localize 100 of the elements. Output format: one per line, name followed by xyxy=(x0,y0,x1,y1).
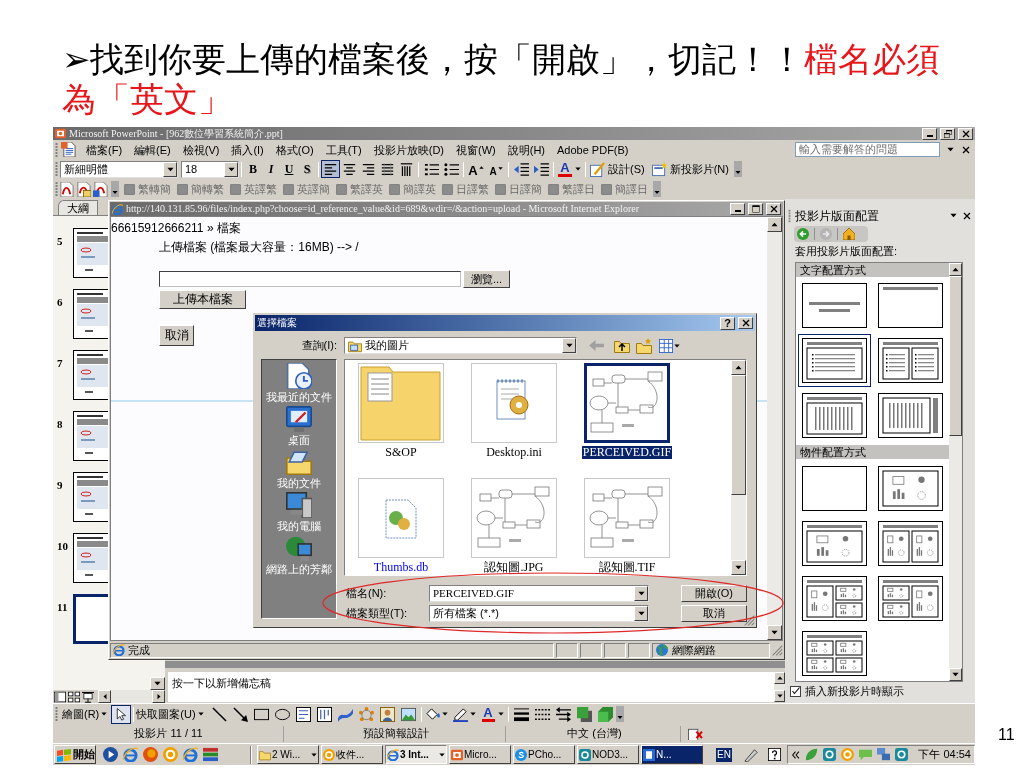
places-item[interactable]: 我的電腦 xyxy=(262,492,336,535)
arrow-style-icon[interactable] xyxy=(555,706,571,722)
file-path-field[interactable] xyxy=(159,271,461,287)
caret-icon[interactable] xyxy=(441,711,448,717)
taskbar-button[interactable]: 2 Wi... xyxy=(257,745,319,764)
shadow-square-icon[interactable] xyxy=(576,706,592,722)
taskbar-button[interactable]: NOD3... xyxy=(577,745,639,764)
restore-button[interactable] xyxy=(940,127,955,140)
checkbox[interactable] xyxy=(790,685,801,697)
autoshapes-menu-button[interactable]: 快取圖案(U) xyxy=(136,705,204,723)
dot-ring-icon[interactable] xyxy=(358,706,374,722)
help-question-field[interactable]: 輸入需要解答的問題 xyxy=(795,142,940,157)
taskbar-button[interactable]: PCho... xyxy=(513,745,575,764)
design-button[interactable]: 設計(S) xyxy=(588,160,647,178)
browser-icon[interactable] xyxy=(183,747,198,762)
places-item[interactable]: 網路上的芳鄰 xyxy=(262,535,336,578)
slide-thumbnail[interactable] xyxy=(73,411,108,461)
maximize-button[interactable] xyxy=(748,203,763,215)
taskbar-button[interactable]: N... xyxy=(641,745,703,764)
menu-item[interactable]: 投影片放映(D) xyxy=(373,142,444,157)
decrease-indent-icon[interactable] xyxy=(513,161,529,177)
language-indicator[interactable]: EN xyxy=(716,747,732,762)
document-icon[interactable] xyxy=(61,142,76,157)
cancel-button[interactable]: 取消 xyxy=(159,325,194,346)
close-button[interactable] xyxy=(738,317,753,329)
help-button[interactable]: ? xyxy=(720,316,735,330)
places-item[interactable]: 我最近的文件 xyxy=(262,363,336,406)
font-color-button[interactable]: A xyxy=(556,160,583,178)
alignment-button[interactable] xyxy=(321,160,340,178)
menu-item[interactable]: Adobe PDF(B) xyxy=(557,142,629,157)
network-icon[interactable] xyxy=(876,748,890,761)
slide-thumbnail[interactable] xyxy=(73,289,108,339)
shrink-font-button[interactable]: A xyxy=(486,160,506,178)
dropdown-arrow-icon[interactable] xyxy=(227,165,235,173)
arrow-icon[interactable] xyxy=(232,706,248,722)
scroll-down-button[interactable] xyxy=(949,668,962,681)
scroll-down-button[interactable] xyxy=(767,625,782,640)
slide-thumbnail[interactable] xyxy=(73,472,108,522)
rectangle-icon[interactable] xyxy=(253,706,269,722)
pdf-envelope-icon[interactable] xyxy=(76,181,91,197)
text-style-button[interactable]: U xyxy=(280,160,298,178)
menu-item[interactable]: 格式(O) xyxy=(275,142,314,157)
close-icon[interactable] xyxy=(962,145,970,154)
scroll-down-button[interactable] xyxy=(731,560,746,575)
close-button[interactable] xyxy=(766,203,781,215)
scrollbar-thumb[interactable] xyxy=(949,276,962,436)
scroll-up-button[interactable] xyxy=(767,217,782,232)
new-slide-button[interactable]: 新投影片(N) xyxy=(649,160,731,178)
menu-item[interactable]: 編輯(E) xyxy=(134,142,171,157)
look-in-combo[interactable]: 我的圖片 xyxy=(344,337,577,354)
menu-item[interactable]: 視窗(W) xyxy=(456,142,496,157)
cancel-button[interactable]: 取消 xyxy=(681,605,747,622)
upload-button[interactable]: 上傳本檔案 xyxy=(159,290,246,309)
font-color-button[interactable]: A xyxy=(479,705,506,723)
toolbar-grip-icon[interactable] xyxy=(55,181,58,197)
slide-thumbnail[interactable] xyxy=(73,228,108,278)
picture-icon[interactable] xyxy=(400,706,416,722)
back-arrow-icon[interactable] xyxy=(797,228,809,240)
vertical-text-box-icon[interactable] xyxy=(316,706,332,722)
font-size-combo[interactable]: 18 xyxy=(181,160,239,178)
toolbar-options-icon[interactable] xyxy=(653,181,661,197)
shield-icon[interactable] xyxy=(822,748,836,761)
taskbar-button[interactable]: 收件... xyxy=(321,745,383,764)
line-icon[interactable] xyxy=(211,706,227,722)
slide-thumbnail[interactable] xyxy=(73,594,108,644)
increase-indent-icon[interactable] xyxy=(533,161,549,177)
view-menu-icon[interactable] xyxy=(659,338,673,353)
scroll-up-button[interactable] xyxy=(774,672,785,684)
browse-button[interactable]: 瀏覽... xyxy=(463,270,510,288)
dropdown-arrow-icon[interactable] xyxy=(565,342,573,349)
file-thumbnail[interactable] xyxy=(584,363,670,443)
caret-icon[interactable] xyxy=(950,212,957,219)
line-weight-icon[interactable] xyxy=(513,706,529,722)
toolbar-options-icon[interactable] xyxy=(733,161,742,177)
numbered-list-icon[interactable] xyxy=(423,161,439,177)
scroll-up-button[interactable] xyxy=(731,360,746,375)
minimize-button[interactable] xyxy=(922,127,937,140)
pdf-page-icon[interactable] xyxy=(59,181,74,197)
start-button[interactable]: 開始 xyxy=(54,745,96,764)
file-name[interactable]: 認知圖.TIF xyxy=(597,561,657,574)
caret-icon[interactable] xyxy=(469,711,476,717)
orb-icon[interactable] xyxy=(143,747,158,762)
menu-item[interactable]: 檢視(V) xyxy=(182,142,220,157)
text-style-button[interactable]: S xyxy=(298,160,316,178)
menu-item[interactable]: 說明(H) xyxy=(507,142,545,157)
shield-icon[interactable] xyxy=(894,748,908,761)
caret-icon[interactable] xyxy=(947,146,954,153)
file-name[interactable]: PERCEIVED.GIF xyxy=(581,446,673,459)
home-icon[interactable] xyxy=(843,228,855,240)
toolbar-grip-icon[interactable] xyxy=(55,141,58,158)
minimize-button[interactable] xyxy=(730,203,745,215)
text-style-button[interactable]: B xyxy=(244,160,262,178)
file-name[interactable]: Thumbs.db xyxy=(372,561,430,574)
menu-item[interactable]: 檔案(F) xyxy=(86,142,123,157)
new-folder-icon[interactable] xyxy=(636,337,652,354)
places-item[interactable]: 我的文件 xyxy=(262,449,336,492)
scroll-right-button[interactable] xyxy=(152,690,165,703)
toolbar-grip-icon[interactable] xyxy=(788,208,791,223)
browser-icon[interactable] xyxy=(123,747,138,762)
draw-menu-button[interactable]: 繪圖(R) xyxy=(62,705,108,723)
